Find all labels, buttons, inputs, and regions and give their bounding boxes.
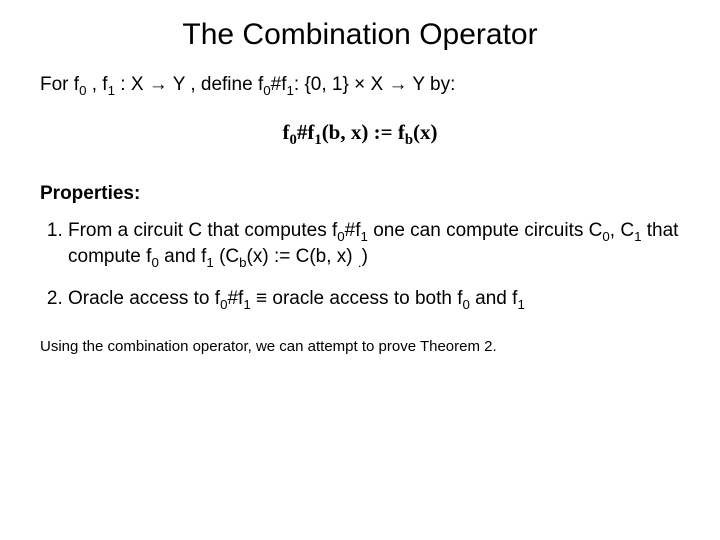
txt: (x) xyxy=(413,120,438,144)
footnote: Using the combination operator, we can a… xyxy=(40,338,680,355)
slide: The Combination Operator For f0 , f1 : X… xyxy=(0,0,720,355)
txt: one can compute circuits C xyxy=(368,220,602,241)
txt: Y by: xyxy=(407,74,455,95)
txt: #f xyxy=(271,74,287,95)
equation: f0#f1(b, x) := fb(x) xyxy=(40,120,680,149)
txt: and f xyxy=(159,246,207,267)
properties-heading: Properties: xyxy=(40,183,680,205)
txt: For f xyxy=(40,74,79,95)
sub: 1 xyxy=(517,296,524,311)
sub: 1 xyxy=(206,255,213,270)
sub: b xyxy=(405,132,413,148)
sub: 0 xyxy=(337,229,344,244)
sub: 1 xyxy=(361,229,368,244)
sub: b xyxy=(239,255,246,270)
txt: , C xyxy=(610,220,634,241)
txt: Oracle access to f xyxy=(68,288,220,309)
arrow-icon: → xyxy=(388,74,407,95)
sub: 0 xyxy=(602,229,609,244)
txt: #f xyxy=(345,220,361,241)
txt: , f xyxy=(86,74,107,95)
txt: (x) := C(b, x) xyxy=(247,246,358,267)
sub: 1 xyxy=(314,132,321,148)
sub: 1 xyxy=(108,83,115,98)
list-item: From a circuit C that computes f0#f1 one… xyxy=(68,219,680,271)
sub: 0 xyxy=(151,255,158,270)
properties-list: From a circuit C that computes f0#f1 one… xyxy=(44,219,680,312)
sub: 0 xyxy=(462,296,469,311)
txt: #f xyxy=(297,120,315,144)
sub: 1 xyxy=(243,296,250,311)
txt: ≡ oracle access to both f xyxy=(251,288,463,309)
list-item: Oracle access to f0#f1 ≡ oracle access t… xyxy=(68,287,680,313)
definition-line: For f0 , f1 : X → Y , define f0#f1: {0, … xyxy=(40,74,680,98)
txt: (b, x) := f xyxy=(322,120,405,144)
sub: 1 xyxy=(287,83,294,98)
txt: : X xyxy=(115,74,149,95)
txt: and f xyxy=(470,288,518,309)
sub: 0 xyxy=(290,132,297,148)
txt: #f xyxy=(227,288,243,309)
arrow-icon: → xyxy=(149,74,168,95)
txt: ) xyxy=(362,246,368,267)
sub: 0 xyxy=(263,83,270,98)
txt: f xyxy=(283,120,290,144)
txt: : {0, 1} × X xyxy=(294,74,389,95)
txt: (C xyxy=(214,246,239,267)
slide-title: The Combination Operator xyxy=(40,18,680,52)
txt: From a circuit C that computes f xyxy=(68,220,337,241)
txt: Y , define f xyxy=(168,74,263,95)
